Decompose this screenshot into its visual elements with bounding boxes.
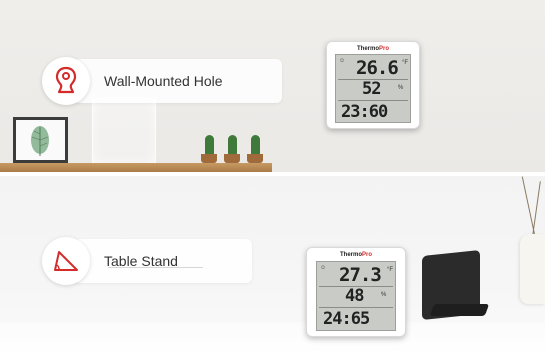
- cactus-plant: [228, 135, 237, 155]
- thermometer-device-table: ThermoPro ☺ 27.3 °F 48 % 24:65: [306, 247, 406, 337]
- wall-mounted-label: Wall-Mounted Hole: [74, 59, 282, 103]
- plant-pot: [247, 154, 263, 163]
- label-underline: [108, 267, 203, 268]
- wall-mounted-scene: Wall-Mounted Hole ThermoPro ☺ 26.6 °F 52…: [0, 0, 545, 172]
- lcd-display: ☺ 26.6 °F 52 % 23:60: [335, 54, 411, 123]
- thermometer-stand: [429, 304, 490, 316]
- brand-logo: ThermoPro: [356, 46, 390, 52]
- leaf-artwork-icon: [31, 126, 49, 156]
- plant-pot: [224, 154, 240, 163]
- table-stand-label: Table Stand: [74, 239, 252, 283]
- dried-branch: [532, 181, 541, 236]
- picture-frame: [13, 117, 68, 163]
- white-vase: [520, 234, 545, 304]
- table-stand-callout: Table Stand: [42, 237, 252, 285]
- time-reading: 24:65: [323, 309, 370, 329]
- table-stand-icon: [42, 237, 90, 285]
- cactus-plant: [251, 135, 260, 155]
- lcd-display: ☺ 27.3 °F 48 % 24:65: [316, 261, 396, 331]
- cactus-plant: [205, 135, 214, 155]
- time-reading: 23:60: [341, 102, 388, 122]
- thermometer-device-wall: ThermoPro ☺ 26.6 °F 52 % 23:60: [326, 41, 420, 129]
- wooden-shelf: [0, 163, 272, 172]
- glass-cube-decor: [92, 98, 156, 165]
- plant-pot: [201, 154, 217, 163]
- table-stand-scene: Table Stand ThermoPro ☺ 27.3 °F 48 % 24:…: [0, 176, 545, 355]
- wall-mounted-callout: Wall-Mounted Hole: [42, 57, 282, 105]
- humidity-reading: 52: [362, 79, 382, 99]
- white-table-surface: [0, 322, 545, 355]
- temperature-reading: 27.3: [339, 264, 382, 286]
- brand-logo: ThermoPro: [339, 252, 373, 258]
- humidity-reading: 48: [345, 286, 365, 306]
- wall-hole-icon: [42, 57, 90, 105]
- temperature-reading: 26.6: [356, 57, 399, 79]
